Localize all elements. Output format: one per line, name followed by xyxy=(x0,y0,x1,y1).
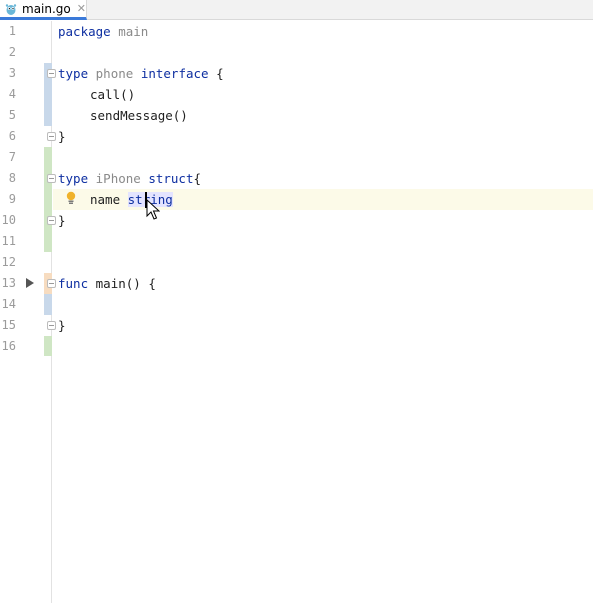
tab-close-icon[interactable]: ✕ xyxy=(77,2,86,15)
mouse-cursor-icon xyxy=(146,199,160,220)
editor-tab-bar: main.go ✕ xyxy=(0,0,593,20)
line-number: 6 xyxy=(8,129,16,143)
type-name: iPhone xyxy=(95,171,141,186)
editor-gutter: 1 2 3 4 5 6 7 8 9 10 11 12 13 14 15 16 xyxy=(0,21,56,603)
line-number: 8 xyxy=(8,171,16,185)
line-number: 2 xyxy=(8,45,16,59)
method-call: call() xyxy=(90,87,136,102)
line-number: 4 xyxy=(8,87,16,101)
line-number: 9 xyxy=(8,192,16,206)
line-number: 13 xyxy=(1,276,16,290)
brace: } xyxy=(58,213,66,228)
line-number: 16 xyxy=(1,339,16,353)
keyword: interface xyxy=(140,66,209,81)
tab-main-go[interactable]: main.go ✕ xyxy=(0,0,87,20)
code-line-6: } xyxy=(58,126,66,147)
intention-bulb-icon[interactable] xyxy=(65,191,77,205)
change-marker-added[interactable] xyxy=(44,336,52,356)
brace: } xyxy=(58,129,66,144)
line-number: 3 xyxy=(8,66,16,80)
code-line-9: name string xyxy=(90,189,173,210)
code-line-13: func main() { xyxy=(58,273,156,294)
line-number: 11 xyxy=(1,234,16,248)
keyword: func xyxy=(58,276,89,291)
code-line-10: } xyxy=(58,210,66,231)
func-main: main() { xyxy=(95,276,156,291)
keyword: package xyxy=(58,24,111,39)
keyword: type xyxy=(58,171,89,186)
code-line-4: call() xyxy=(90,84,135,105)
field-name: name xyxy=(90,192,121,207)
line-number: 1 xyxy=(8,24,16,38)
code-editor[interactable]: package main type phone interface { call… xyxy=(53,21,593,603)
keyword: struct xyxy=(148,171,194,186)
method-sendmessage: sendMessage() xyxy=(90,108,188,123)
code-line-1: package main xyxy=(58,21,148,42)
change-marker-modified[interactable] xyxy=(44,294,52,315)
line-number: 15 xyxy=(1,318,16,332)
brace: { xyxy=(193,171,202,186)
brace: { xyxy=(216,66,224,81)
run-arrow-icon[interactable] xyxy=(26,278,34,288)
line-number: 7 xyxy=(8,150,16,164)
line-number: 14 xyxy=(1,297,16,311)
code-line-8: type iPhone struct{ xyxy=(58,168,201,189)
change-marker-added[interactable] xyxy=(44,147,52,252)
gopher-file-icon xyxy=(5,3,17,15)
line-number: 10 xyxy=(1,213,16,227)
code-line-5: sendMessage() xyxy=(90,105,188,126)
package-name: main xyxy=(118,24,149,39)
keyword: type xyxy=(58,66,89,81)
brace: } xyxy=(58,318,66,333)
tab-label: main.go xyxy=(22,1,71,16)
line-number: 5 xyxy=(8,108,16,122)
code-line-3: type phone interface { xyxy=(58,63,224,84)
code-line-15: } xyxy=(58,315,66,336)
line-number: 12 xyxy=(1,255,16,269)
type-name: phone xyxy=(95,66,134,81)
